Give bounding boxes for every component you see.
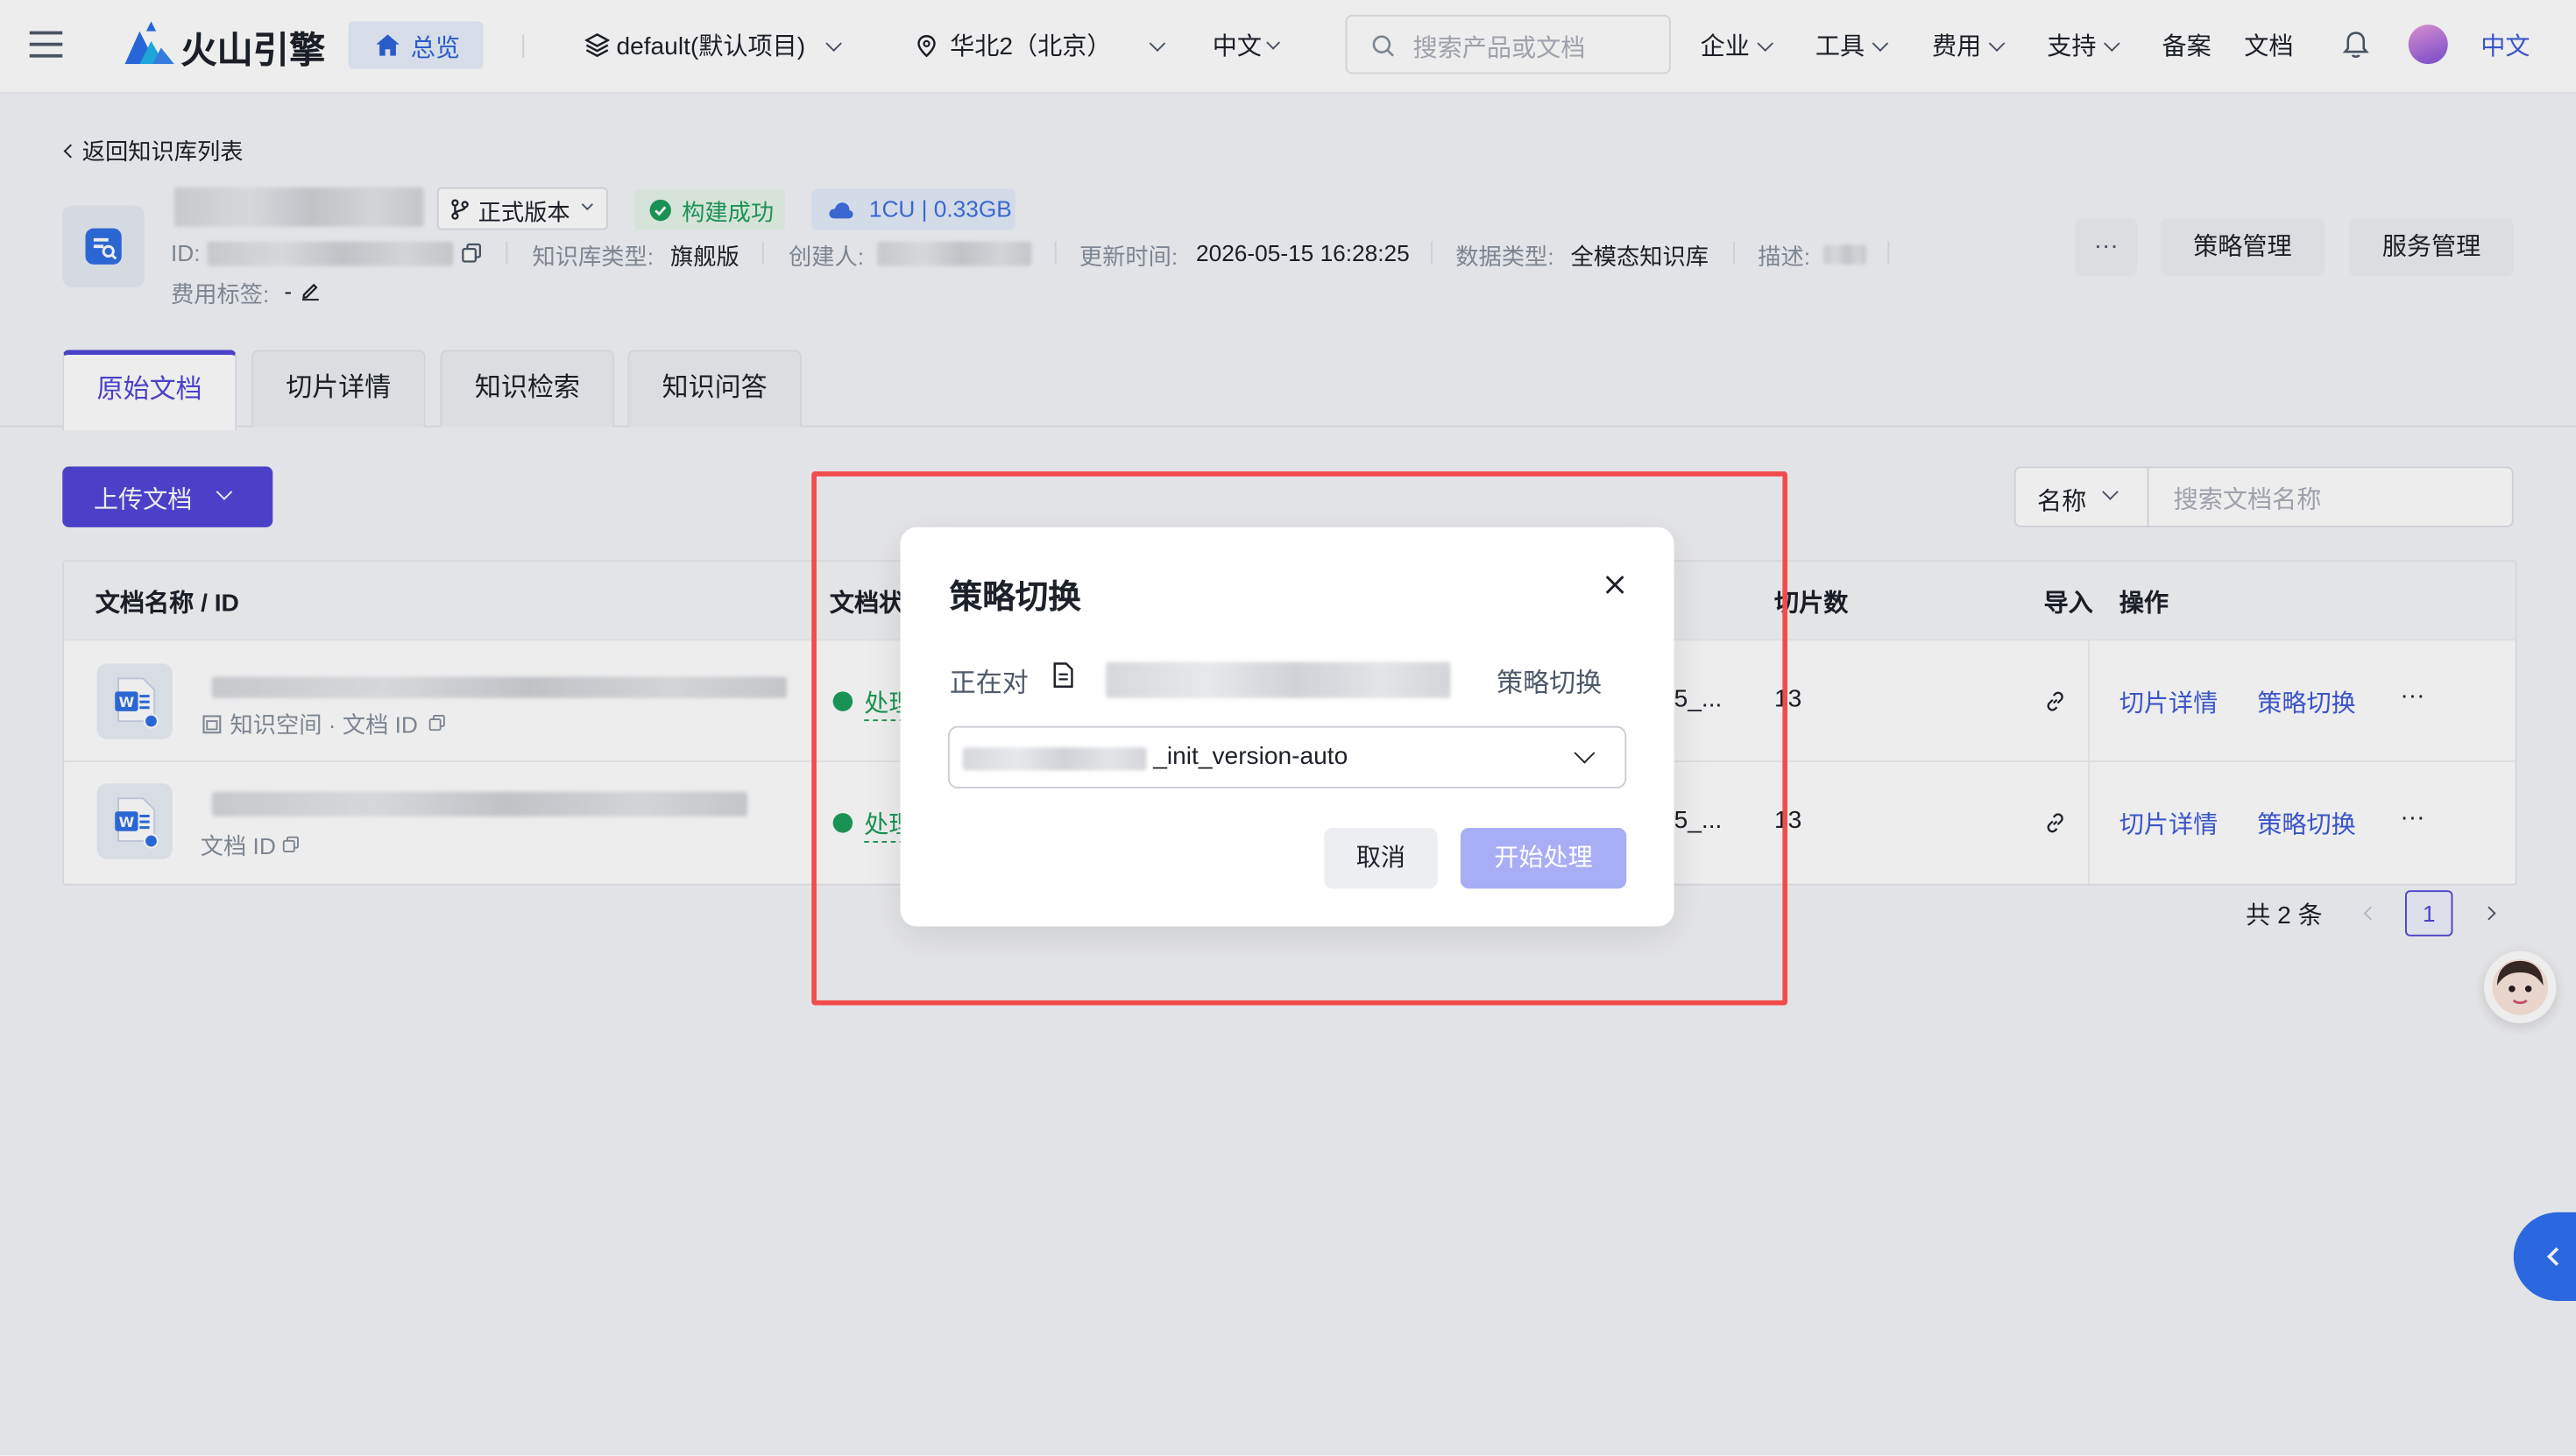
file-icon bbox=[1053, 662, 1073, 688]
doc-name-redacted bbox=[1105, 661, 1451, 698]
start-processing-button[interactable]: 开始处理 bbox=[1460, 828, 1627, 889]
strategy-select-value: _init_version-auto bbox=[1153, 742, 1348, 771]
dialog-title: 策略切换 bbox=[949, 579, 1081, 617]
dialog-close-button[interactable] bbox=[1600, 570, 1630, 600]
dialog-prefix-text: 正在对 bbox=[949, 670, 1029, 698]
strategy-select[interactable]: _init_version-auto bbox=[947, 725, 1627, 788]
strategy-prefix-redacted bbox=[962, 747, 1147, 771]
close-icon bbox=[1605, 576, 1624, 594]
strategy-switch-dialog: 策略切换 正在对 策略切换 _init_version-auto 取消 开始处理 bbox=[900, 527, 1674, 927]
chevron-down-icon bbox=[1574, 742, 1596, 764]
cancel-button[interactable]: 取消 bbox=[1324, 828, 1438, 889]
dialog-suffix-text: 策略切换 bbox=[1497, 670, 1603, 698]
